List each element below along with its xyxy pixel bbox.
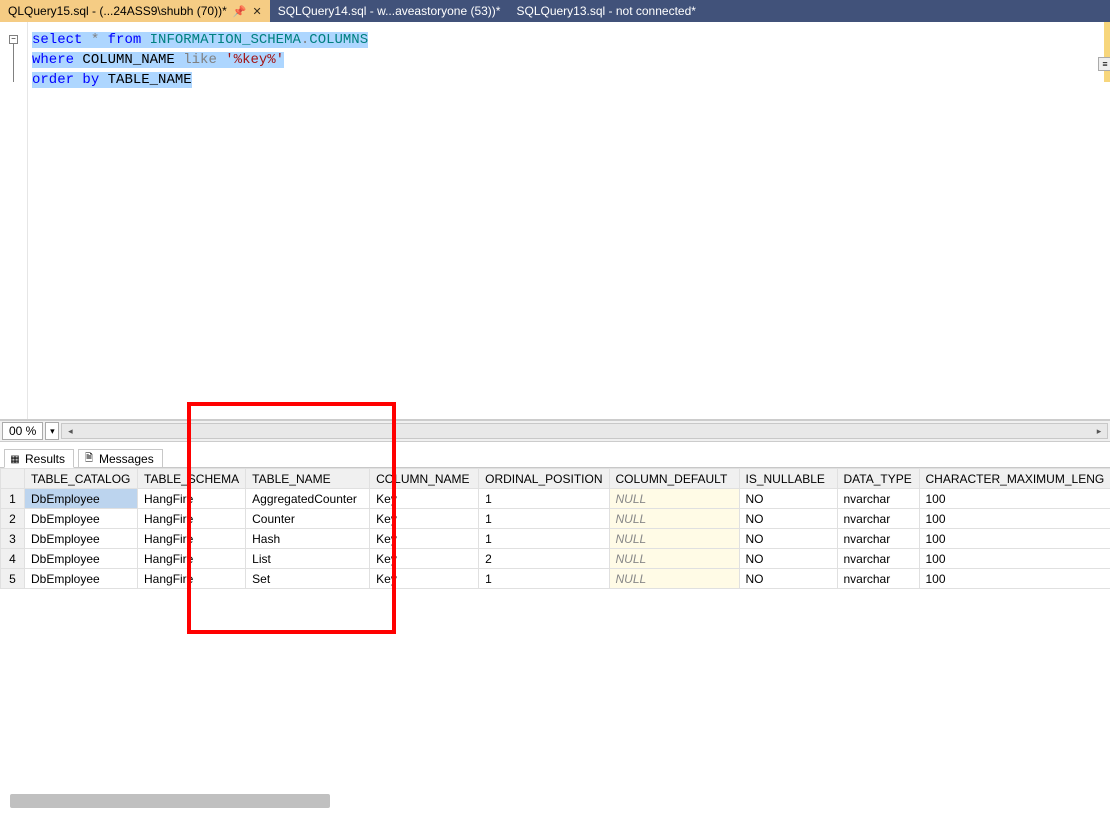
cell[interactable]: 100 <box>919 569 1110 589</box>
table-row[interactable]: 5DbEmployeeHangFireSetKey1NULLNOnvarchar… <box>1 569 1110 589</box>
col-table-catalog[interactable]: TABLE_CATALOG <box>25 469 138 489</box>
grid-icon: ▦ <box>9 453 21 465</box>
zoom-dropdown-icon[interactable]: ▾ <box>45 422 59 440</box>
cell[interactable]: 1 <box>479 569 609 589</box>
cell[interactable]: Set <box>246 569 370 589</box>
change-indicator <box>1104 22 1110 82</box>
scroll-right-icon[interactable]: ▸ <box>1091 424 1107 438</box>
cell[interactable]: Key <box>370 509 479 529</box>
cell[interactable]: NO <box>739 509 837 529</box>
fold-toggle-icon[interactable]: − <box>9 35 18 44</box>
cell[interactable]: NULL <box>609 529 739 549</box>
cell[interactable]: NO <box>739 569 837 589</box>
cell[interactable]: DbEmployee <box>25 569 138 589</box>
row-header[interactable]: 3 <box>1 529 25 549</box>
tab-query14[interactable]: SQLQuery14.sql - w...aveastoryone (53))* <box>270 0 509 22</box>
row-header[interactable]: 5 <box>1 569 25 589</box>
cell[interactable]: NULL <box>609 489 739 509</box>
col-column-name[interactable]: COLUMN_NAME <box>370 469 479 489</box>
cell[interactable]: 1 <box>479 489 609 509</box>
tab-results[interactable]: ▦ Results <box>4 449 74 468</box>
cell[interactable]: 2 <box>479 549 609 569</box>
cell[interactable]: nvarchar <box>837 489 919 509</box>
messages-icon: 🗎 <box>83 453 95 465</box>
results-grid[interactable]: TABLE_CATALOG TABLE_SCHEMA TABLE_NAME CO… <box>0 468 1110 589</box>
cell[interactable]: 1 <box>479 509 609 529</box>
cell[interactable]: NO <box>739 529 837 549</box>
cell[interactable]: HangFire <box>138 509 246 529</box>
tab-label: SQLQuery14.sql - w...aveastoryone (53))* <box>278 4 501 18</box>
tab-query15[interactable]: QLQuery15.sql - (...24ASS9\shubh (70))* … <box>0 0 270 22</box>
row-header[interactable]: 4 <box>1 549 25 569</box>
results-grid-wrap: TABLE_CATALOG TABLE_SCHEMA TABLE_NAME CO… <box>0 468 1110 788</box>
cell[interactable]: DbEmployee <box>25 489 138 509</box>
cell[interactable]: AggregatedCounter <box>246 489 370 509</box>
col-ordinal-position[interactable]: ORDINAL_POSITION <box>479 469 609 489</box>
cell[interactable]: Key <box>370 489 479 509</box>
cell[interactable]: DbEmployee <box>25 549 138 569</box>
close-icon[interactable]: ✕ <box>252 5 261 18</box>
cell[interactable]: HangFire <box>138 549 246 569</box>
col-column-default[interactable]: COLUMN_DEFAULT <box>609 469 739 489</box>
code-area[interactable]: select * from INFORMATION_SCHEMA.COLUMNS… <box>28 22 372 419</box>
pin-icon[interactable]: 📌 <box>233 5 247 18</box>
sql-editor[interactable]: − select * from INFORMATION_SCHEMA.COLUM… <box>0 22 1110 420</box>
col-data-type[interactable]: DATA_TYPE <box>837 469 919 489</box>
cell[interactable]: HangFire <box>138 529 246 549</box>
cell[interactable]: Key <box>370 549 479 569</box>
document-tabs: QLQuery15.sql - (...24ASS9\shubh (70))* … <box>0 0 1110 22</box>
cell[interactable]: NULL <box>609 509 739 529</box>
cell[interactable]: Key <box>370 529 479 549</box>
cell[interactable]: nvarchar <box>837 549 919 569</box>
cell[interactable]: List <box>246 549 370 569</box>
cell[interactable]: nvarchar <box>837 509 919 529</box>
col-table-schema[interactable]: TABLE_SCHEMA <box>138 469 246 489</box>
tab-label: QLQuery15.sql - (...24ASS9\shubh (70))* <box>8 4 227 18</box>
col-is-nullable[interactable]: IS_NULLABLE <box>739 469 837 489</box>
tab-label: SQLQuery13.sql - not connected* <box>516 4 695 18</box>
row-header[interactable]: 1 <box>1 489 25 509</box>
table-row[interactable]: 3DbEmployeeHangFireHashKey1NULLNOnvarcha… <box>1 529 1110 549</box>
scroll-left-icon[interactable]: ◂ <box>62 424 78 438</box>
cell[interactable]: 100 <box>919 549 1110 569</box>
editor-footer: 00 % ▾ ◂ ▸ <box>0 420 1110 442</box>
result-tabs: ▦ Results 🗎 Messages <box>0 442 1110 468</box>
bottom-horizontal-scrollbar[interactable] <box>10 794 330 808</box>
cell[interactable]: 100 <box>919 529 1110 549</box>
cell[interactable]: NULL <box>609 569 739 589</box>
col-char-max-length[interactable]: CHARACTER_MAXIMUM_LENG <box>919 469 1110 489</box>
row-header[interactable]: 2 <box>1 509 25 529</box>
table-row[interactable]: 2DbEmployeeHangFireCounterKey1NULLNOnvar… <box>1 509 1110 529</box>
col-table-name[interactable]: TABLE_NAME <box>246 469 370 489</box>
editor-gutter: − <box>0 22 28 419</box>
cell[interactable]: Counter <box>246 509 370 529</box>
cell[interactable]: 100 <box>919 489 1110 509</box>
cell[interactable]: NO <box>739 489 837 509</box>
horizontal-scrollbar[interactable]: ◂ ▸ <box>61 423 1108 439</box>
cell[interactable]: HangFire <box>138 489 246 509</box>
cell[interactable]: HangFire <box>138 569 246 589</box>
cell[interactable]: NULL <box>609 549 739 569</box>
split-icon[interactable]: ≡ <box>1098 57 1110 71</box>
zoom-value[interactable]: 00 % <box>2 422 43 440</box>
corner-cell[interactable] <box>1 469 25 489</box>
tab-query13[interactable]: SQLQuery13.sql - not connected* <box>508 0 703 22</box>
cell[interactable]: 1 <box>479 529 609 549</box>
cell[interactable]: DbEmployee <box>25 529 138 549</box>
cell[interactable]: DbEmployee <box>25 509 138 529</box>
cell[interactable]: 100 <box>919 509 1110 529</box>
cell[interactable]: Key <box>370 569 479 589</box>
table-row[interactable]: 1DbEmployeeHangFireAggregatedCounterKey1… <box>1 489 1110 509</box>
cell[interactable]: nvarchar <box>837 529 919 549</box>
tab-messages[interactable]: 🗎 Messages <box>78 449 163 467</box>
cell[interactable]: Hash <box>246 529 370 549</box>
grid-header-row: TABLE_CATALOG TABLE_SCHEMA TABLE_NAME CO… <box>1 469 1110 489</box>
cell[interactable]: nvarchar <box>837 569 919 589</box>
cell[interactable]: NO <box>739 549 837 569</box>
table-row[interactable]: 4DbEmployeeHangFireListKey2NULLNOnvarcha… <box>1 549 1110 569</box>
